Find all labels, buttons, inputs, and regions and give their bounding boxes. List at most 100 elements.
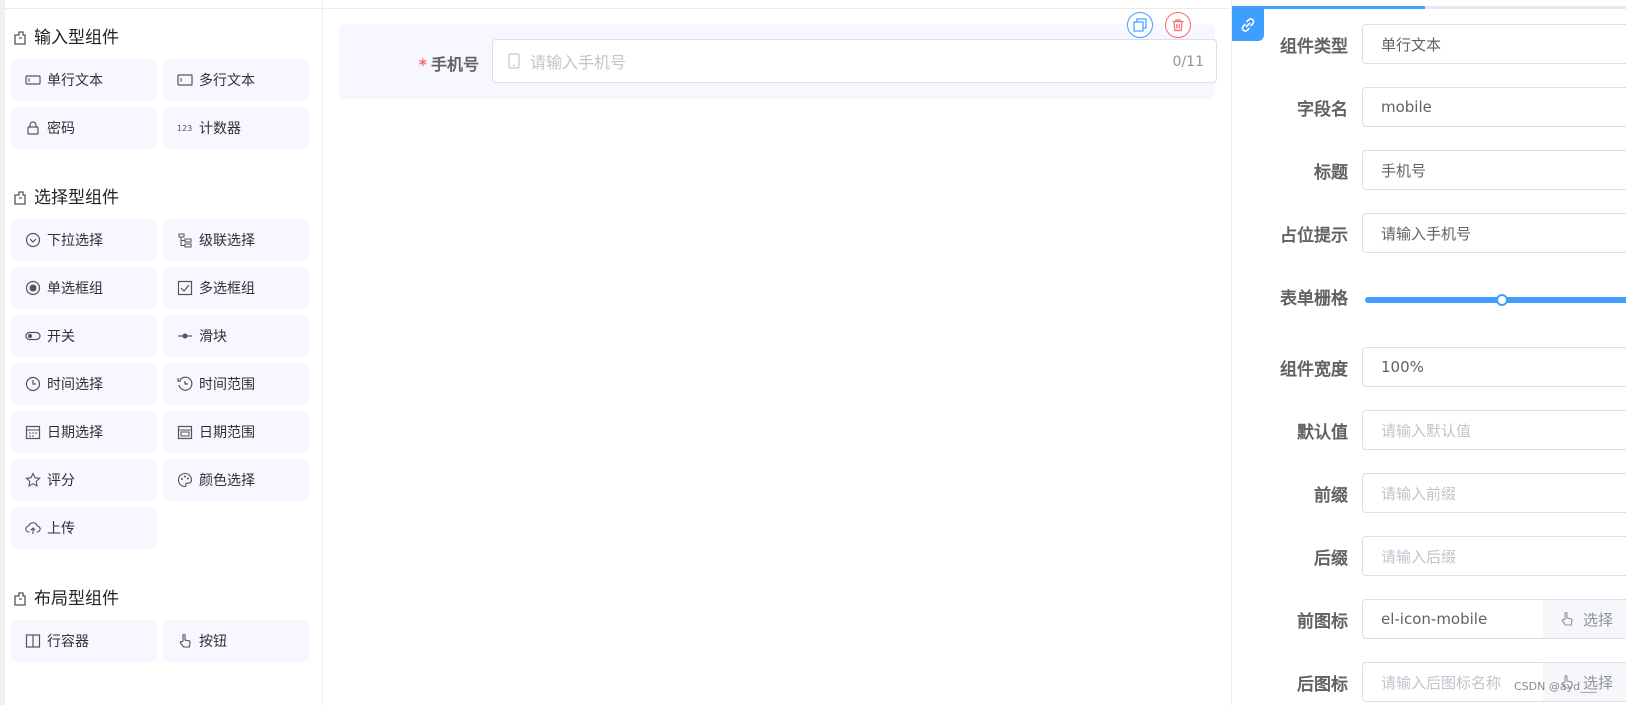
prefix-icon-choose-button[interactable]: 选择 (1543, 599, 1626, 639)
copy-field-button[interactable] (1127, 12, 1153, 38)
group-title-label: 输入型组件 (34, 28, 119, 48)
prop-label-prefix: 前缀 (1314, 486, 1348, 506)
component-item-label: 上传 (47, 521, 75, 537)
input-value: 手机号 (1381, 161, 1427, 180)
component-icon (14, 191, 26, 205)
component-palette: 输入型组件 单行文本 多行文本 密码 123 计数器 选择型组件 下拉选择 级联… (0, 0, 328, 705)
component-item-password[interactable]: 密码 (11, 107, 157, 149)
radio-icon (25, 280, 41, 296)
component-item-button[interactable]: 按钮 (163, 620, 309, 662)
palette-icon (177, 472, 193, 488)
component-item-switch[interactable]: 开关 (11, 315, 157, 357)
input-placeholder: 请输入默认值 (1381, 421, 1472, 440)
textarea-icon (177, 72, 193, 88)
component-item-multi-line[interactable]: 多行文本 (163, 59, 309, 101)
prop-label-suffix: 后缀 (1314, 549, 1348, 569)
input-value: mobile (1381, 98, 1432, 116)
component-item-label: 颜色选择 (199, 473, 255, 489)
component-item-single-line[interactable]: 单行文本 (11, 59, 157, 101)
delete-field-button[interactable] (1165, 12, 1191, 38)
svg-text:123: 123 (177, 124, 192, 133)
component-icon (14, 592, 26, 606)
upload-icon (25, 520, 41, 536)
mobile-icon (508, 53, 520, 69)
form-field-item[interactable]: * 手机号 请输入手机号 0/11 (339, 24, 1217, 99)
prop-label-component-type: 组件类型 (1280, 37, 1348, 57)
input-placeholder: 请输入前缀 (1381, 484, 1457, 503)
group-title-select: 选择型组件 (13, 186, 119, 210)
prop-label-placeholder: 占位提示 (1280, 226, 1348, 246)
component-item-radio[interactable]: 单选框组 (11, 267, 157, 309)
group-title-input: 输入型组件 (13, 26, 119, 50)
group-title-layout: 布局型组件 (13, 587, 119, 611)
cascader-icon (177, 232, 193, 248)
property-panel: 组件类型 单行文本 字段名 mobile 标题 手机号 占位提示 请输入手机号 … (1231, 0, 1626, 705)
select-icon (25, 232, 41, 248)
component-item-upload[interactable]: 上传 (11, 507, 157, 549)
suffix-input[interactable]: 请输入后缀 (1362, 536, 1626, 576)
component-item-cascader[interactable]: 级联选择 (163, 219, 309, 261)
component-type-select[interactable]: 单行文本 (1362, 24, 1626, 64)
title-input[interactable]: 手机号 (1362, 150, 1626, 190)
component-item-label: 日期范围 (199, 425, 255, 441)
component-item-rate[interactable]: 评分 (11, 459, 157, 501)
group-title-label: 选择型组件 (34, 188, 119, 208)
component-item-label: 计数器 (199, 121, 241, 137)
prop-label-span: 表单栅格 (1280, 289, 1348, 309)
component-item-label: 级联选择 (199, 233, 255, 249)
component-item-date[interactable]: 日期选择 (11, 411, 157, 453)
component-icon (14, 31, 26, 45)
component-item-label: 下拉选择 (47, 233, 103, 249)
mobile-input[interactable]: 请输入手机号 0/11 (492, 39, 1217, 83)
input-value: el-icon-mobile (1381, 610, 1488, 628)
component-item-checkbox[interactable]: 多选框组 (163, 267, 309, 309)
component-item-slider[interactable]: 滑块 (163, 315, 309, 357)
trash-icon (1172, 19, 1184, 32)
field-label: * 手机号 (379, 51, 479, 75)
prop-label-title: 标题 (1314, 163, 1348, 183)
slider-icon (177, 328, 193, 344)
input-icon (25, 72, 41, 88)
component-item-counter[interactable]: 123 计数器 (163, 107, 309, 149)
span-slider-handle[interactable] (1496, 294, 1508, 306)
component-item-time-range[interactable]: 时间范围 (163, 363, 309, 405)
default-value-input[interactable]: 请输入默认值 (1362, 410, 1626, 450)
component-item-label: 单选框组 (47, 281, 103, 297)
component-item-label: 多选框组 (199, 281, 255, 297)
component-item-label: 开关 (47, 329, 75, 345)
time-range-icon (177, 376, 193, 392)
calendar-icon (25, 424, 41, 440)
component-item-label: 按钮 (199, 634, 227, 650)
placeholder-input[interactable]: 请输入手机号 (1362, 213, 1626, 253)
hand-pointer-icon (177, 633, 193, 649)
prefix-input[interactable]: 请输入前缀 (1362, 473, 1626, 513)
component-item-select[interactable]: 下拉选择 (11, 219, 157, 261)
prop-label-field-name: 字段名 (1297, 100, 1348, 120)
component-item-date-range[interactable]: 日期范围 (163, 411, 309, 453)
prop-label-width: 组件宽度 (1280, 360, 1348, 380)
input-placeholder: 请输入后缀 (1381, 547, 1457, 566)
component-item-label: 时间范围 (199, 377, 255, 393)
width-input[interactable]: 100% (1362, 347, 1626, 387)
component-item-row[interactable]: 行容器 (11, 620, 157, 662)
char-counter: 0/11 (1172, 54, 1204, 70)
input-placeholder: 请输入后图标名称 (1381, 673, 1502, 692)
input-value: 请输入手机号 (1381, 224, 1472, 243)
copy-icon (1133, 18, 1147, 32)
select-value: 单行文本 (1381, 35, 1442, 54)
date-range-icon (177, 424, 193, 440)
component-item-label: 时间选择 (47, 377, 103, 393)
prop-label-suffix-icon: 后图标 (1297, 675, 1348, 695)
component-item-label: 日期选择 (47, 425, 103, 441)
prop-label-default: 默认值 (1297, 423, 1348, 443)
component-item-time[interactable]: 时间选择 (11, 363, 157, 405)
prefix-icon-input[interactable]: el-icon-mobile (1362, 599, 1544, 639)
input-placeholder: 请输入手机号 (530, 53, 627, 72)
divider (324, 8, 1230, 9)
lock-icon (25, 120, 41, 136)
field-label-text: 手机号 (430, 55, 479, 74)
component-item-color[interactable]: 颜色选择 (163, 459, 309, 501)
star-icon (25, 472, 41, 488)
field-name-input[interactable]: mobile (1362, 87, 1626, 127)
hand-pointer-icon (1561, 611, 1573, 626)
